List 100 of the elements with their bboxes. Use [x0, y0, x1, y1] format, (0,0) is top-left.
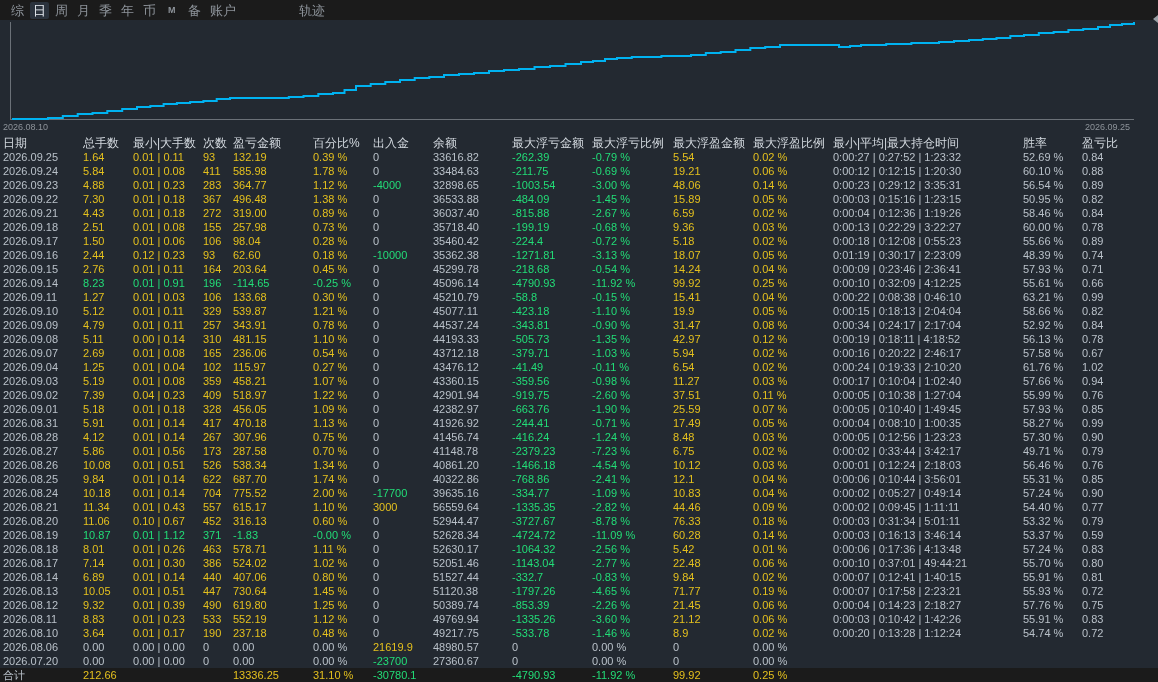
- table-cell: 106: [203, 290, 222, 304]
- table-cell: -1335.26: [512, 612, 556, 626]
- tab[interactable]: 轨迹: [295, 2, 328, 19]
- table-cell: 0.18 %: [313, 248, 348, 262]
- table-cell: 11.34: [83, 500, 110, 514]
- table-cell: 0.01 | 0.04: [133, 360, 185, 374]
- table-cell: 0:00:01 | 0:12:24 | 2:18:03: [833, 458, 962, 472]
- tab[interactable]: 备: [184, 2, 204, 19]
- table-cell: 533: [203, 612, 222, 626]
- table-cell: 2.51: [83, 220, 105, 234]
- table-cell: 0:00:10 | 0:32:09 | 4:12:25: [833, 276, 962, 290]
- table-cell: 2026.09.14: [3, 276, 59, 290]
- table-cell: 45210.79: [433, 290, 479, 304]
- table-cell: 552.19: [233, 612, 267, 626]
- table-cell: 0.59: [1082, 528, 1104, 542]
- table-cell: -114.65: [233, 276, 270, 290]
- table-cell: 0.45 %: [313, 262, 348, 276]
- table-cell: 5.18: [83, 402, 105, 416]
- table-cell: 52630.17: [433, 542, 479, 556]
- table-cell: 39635.16: [433, 486, 479, 500]
- tab[interactable]: 周: [52, 2, 71, 19]
- table-cell: -1143.04: [512, 556, 555, 570]
- table-cell: 0:00:05 | 0:10:38 | 1:27:04: [833, 388, 962, 402]
- table-cell: -0.11 %: [592, 360, 630, 374]
- table-cell: 6.59: [673, 206, 695, 220]
- table-cell: 0: [373, 514, 380, 528]
- tab[interactable]: 月: [74, 2, 93, 19]
- table-cell: 2026.08.26: [3, 458, 59, 472]
- table-cell: 1.50: [83, 234, 105, 248]
- tab[interactable]: 年: [118, 2, 137, 19]
- table-cell: 0.01 | 0.56: [133, 444, 185, 458]
- table-cell: 440: [203, 570, 222, 584]
- table-cell: 0.05 %: [753, 304, 788, 318]
- table-cell: 0:00:07 | 0:12:41 | 1:40:15: [833, 570, 962, 584]
- table-cell: 328: [203, 402, 222, 416]
- table-cell: -3.60 %: [592, 612, 630, 626]
- table-cell: 0.03 %: [753, 374, 788, 388]
- table-cell: 257: [203, 318, 222, 332]
- table-cell: 93: [203, 248, 216, 262]
- table-cell: 0.06 %: [753, 556, 788, 570]
- table-cell: 56.13 %: [1023, 332, 1064, 346]
- table-cell: 5.94: [673, 346, 695, 360]
- table-cell: 60.10 %: [1023, 164, 1064, 178]
- table-cell: -262.39: [512, 150, 550, 164]
- table-cell: 4.12: [83, 430, 105, 444]
- table-cell: 0:00:04 | 0:12:36 | 1:19:26: [833, 206, 962, 220]
- table-cell: 0: [373, 332, 380, 346]
- table-cell: 0.04 %: [753, 290, 788, 304]
- tab[interactable]: 季: [96, 2, 115, 19]
- caret-icon[interactable]: [1153, 15, 1158, 23]
- table-cell: 0.01 | 0.23: [133, 612, 185, 626]
- tab[interactable]: 综: [8, 2, 27, 19]
- table-cell: 490: [203, 598, 222, 612]
- table-cell: 2026.09.18: [3, 220, 59, 234]
- table-cell: 57.66 %: [1023, 374, 1064, 388]
- table-cell: 49217.75: [433, 626, 479, 640]
- table-cell: 45077.11: [433, 304, 479, 318]
- tab[interactable]: M: [162, 2, 182, 19]
- table-cell: 0.05 %: [753, 248, 788, 262]
- table-cell: 386: [203, 556, 222, 570]
- table-cell: 0.77: [1082, 500, 1104, 514]
- table-cell: 31.47: [673, 318, 701, 332]
- table-cell: 0.08 %: [753, 318, 788, 332]
- table-cell: 57.93 %: [1023, 262, 1064, 276]
- table-cell: 0:00:17 | 0:10:04 | 1:02:40: [833, 374, 962, 388]
- table-cell: 0.00 | 0.14: [133, 332, 185, 346]
- table-cell: 41148.78: [433, 444, 479, 458]
- table-cell: 43476.12: [433, 360, 479, 374]
- table-cell: 1.78 %: [313, 164, 348, 178]
- table-cell: 0.12 %: [753, 332, 788, 346]
- table-cell: 310: [203, 332, 222, 346]
- table-cell: 0:00:24 | 0:19:33 | 2:10:20: [833, 360, 962, 374]
- table-cell: 0:00:05 | 0:10:40 | 1:49:45: [833, 402, 962, 416]
- column-header: 最大浮亏比例: [592, 136, 664, 150]
- tab[interactable]: 币: [140, 2, 159, 19]
- table-cell: 15.41: [673, 290, 701, 304]
- tab[interactable]: 日: [30, 2, 49, 19]
- table-cell: 619.80: [233, 598, 267, 612]
- table-cell: 0.01 | 0.18: [133, 206, 185, 220]
- tab[interactable]: 账户: [206, 2, 239, 19]
- table-cell: 5.86: [83, 444, 105, 458]
- table-cell: 102: [203, 360, 222, 374]
- table-cell: 9.36: [673, 220, 695, 234]
- table-cell: 0.14 %: [753, 528, 788, 542]
- table-cell: 2026.09.08: [3, 332, 59, 346]
- table-cell: 57.30 %: [1023, 430, 1064, 444]
- table-cell: 51120.38: [433, 584, 479, 598]
- table-cell: 0.94: [1082, 374, 1104, 388]
- table-cell: 0.01 | 0.14: [133, 416, 185, 430]
- table-cell: 25.59: [673, 402, 701, 416]
- table-cell: 76.33: [673, 514, 701, 528]
- table-cell: 409: [203, 388, 222, 402]
- table-cell: -423.18: [512, 304, 550, 318]
- table-cell: -23700: [373, 654, 408, 668]
- table-cell: 456.05: [233, 402, 267, 416]
- table-cell: 0.01 | 0.18: [133, 402, 185, 416]
- table-cell: 1.11 %: [313, 542, 347, 556]
- table-cell: 0.04 %: [753, 486, 788, 500]
- table-cell: 2026.08.31: [3, 416, 59, 430]
- table-cell: 2026.08.18: [3, 542, 59, 556]
